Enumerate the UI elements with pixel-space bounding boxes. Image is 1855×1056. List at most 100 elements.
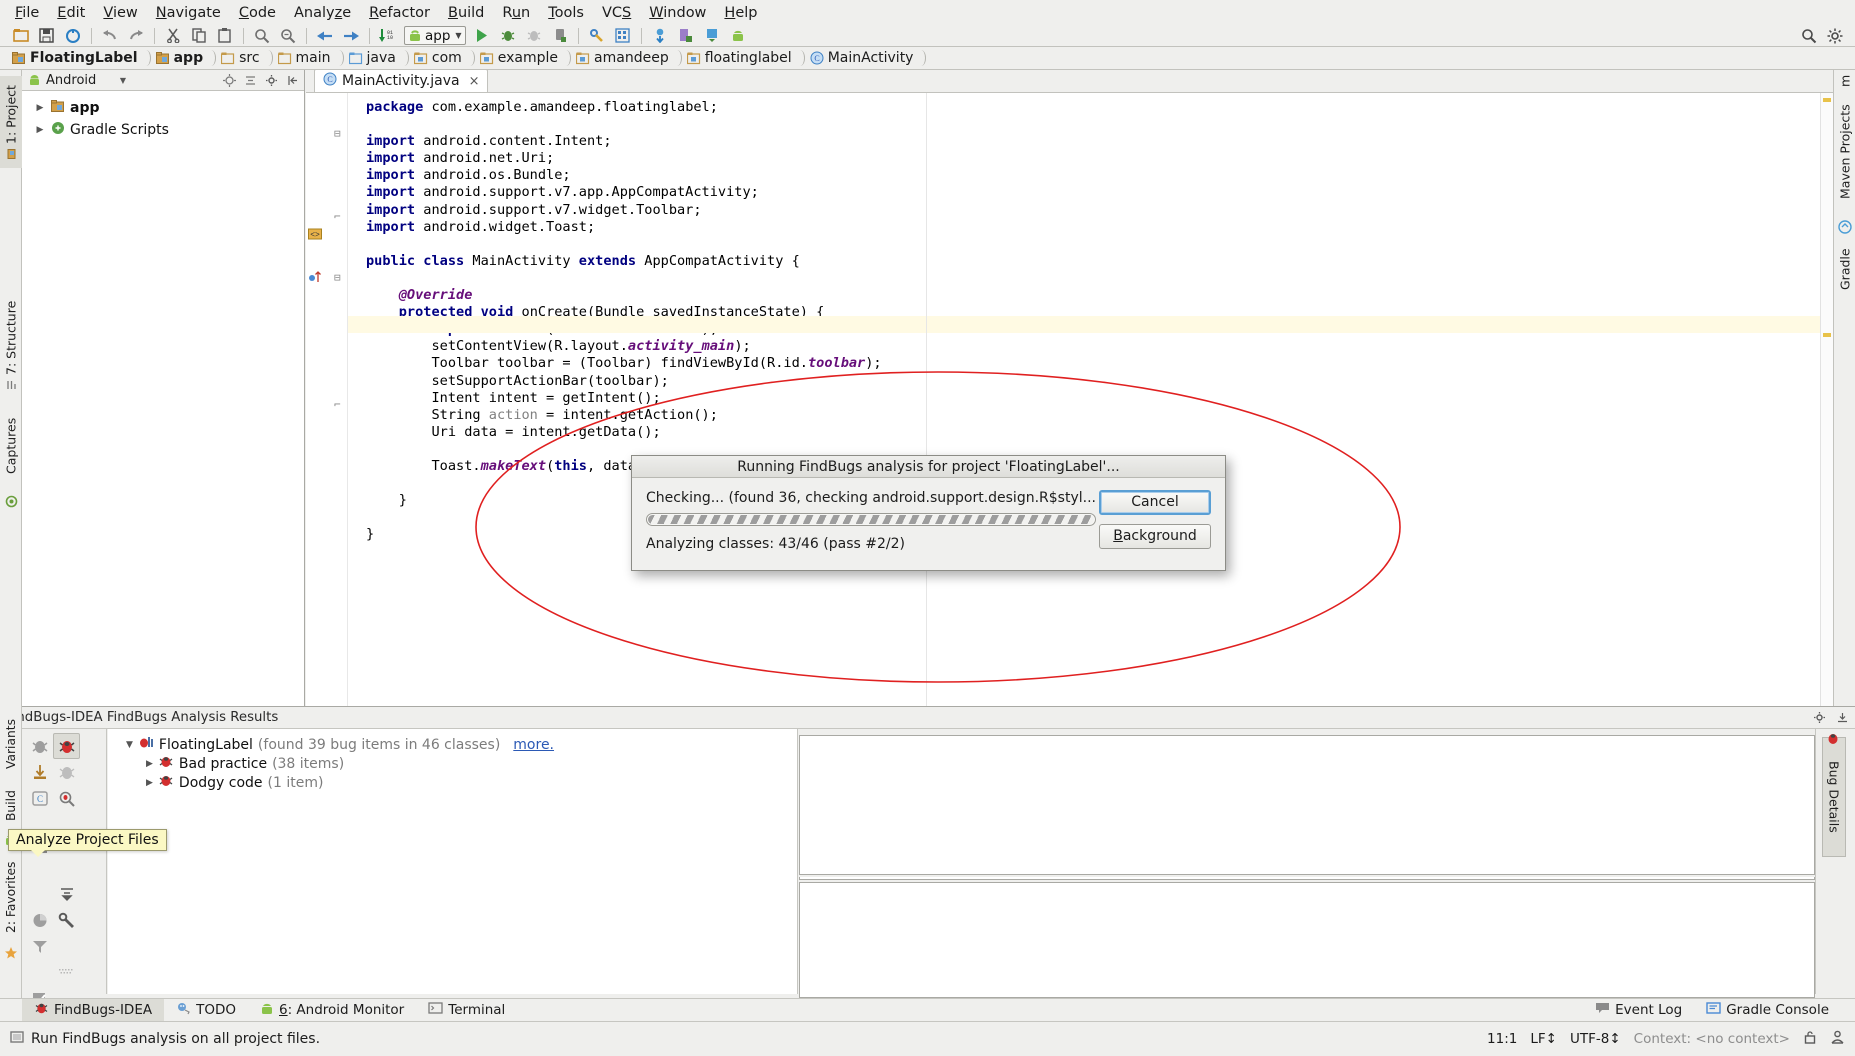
editor-gutter[interactable]: ⊟ ⌐ <> ⊟ ⌐ xyxy=(306,93,348,716)
breadcrumb-item-app[interactable]: app xyxy=(152,47,208,70)
breadcrumb-item-main[interactable]: main xyxy=(274,47,335,70)
project-scope-selector[interactable]: Android ▼ xyxy=(26,72,216,88)
menu-vcs[interactable]: VCS xyxy=(593,2,640,24)
tab-terminal[interactable]: Terminal xyxy=(416,999,517,1022)
breadcrumb-item-java[interactable]: java xyxy=(345,47,400,70)
code-editor[interactable]: package com.example.amandeep.floatinglab… xyxy=(348,93,1833,716)
replace-icon[interactable] xyxy=(276,26,300,46)
bug-red-icon[interactable] xyxy=(53,733,80,759)
menu-window[interactable]: Window xyxy=(640,2,715,24)
context-indicator[interactable]: Context: <no context> xyxy=(1634,1031,1790,1047)
menu-help[interactable]: Help xyxy=(715,2,766,24)
more-link[interactable]: more. xyxy=(513,737,554,753)
fold-marker-oncreate-end[interactable]: ⌐ xyxy=(334,398,341,411)
bug-dim-icon[interactable] xyxy=(53,759,80,785)
menu-tools[interactable]: Tools xyxy=(539,2,593,24)
collapse-all-icon[interactable] xyxy=(53,881,80,907)
background-button[interactable]: Background xyxy=(1099,524,1211,549)
findbugs-results-tree[interactable]: ▼ FloatingLabel (found 39 bug items in 4… xyxy=(108,729,798,994)
chevron-right-icon[interactable]: ▶ xyxy=(34,125,46,135)
tab-gradle-console[interactable]: Gradle Console xyxy=(1694,999,1841,1022)
chevron-right-icon[interactable]: ▶ xyxy=(146,778,153,788)
preferences-icon[interactable] xyxy=(53,907,80,933)
close-icon[interactable]: × xyxy=(469,74,480,89)
sdk-manager-icon[interactable] xyxy=(585,26,609,46)
bug-gray-icon[interactable] xyxy=(26,733,53,759)
search-everywhere-icon[interactable] xyxy=(1797,26,1821,46)
debug-attach-icon[interactable] xyxy=(522,26,546,46)
line-separator[interactable]: LF↕ xyxy=(1530,1031,1557,1047)
bug-detail-pane[interactable] xyxy=(799,882,1815,998)
undo-icon[interactable] xyxy=(98,26,122,46)
device-icon[interactable] xyxy=(548,26,572,46)
breadcrumb-item-amandeep[interactable]: amandeep xyxy=(572,47,673,70)
menu-edit[interactable]: Edit xyxy=(48,2,94,24)
run-icon[interactable] xyxy=(470,26,494,46)
chevron-right-icon[interactable]: ▶ xyxy=(146,759,153,769)
menu-run[interactable]: Run xyxy=(493,2,539,24)
tab-android-monitor[interactable]: 6: Android Monitor xyxy=(248,999,416,1022)
menu-view[interactable]: View xyxy=(94,2,146,24)
breadcrumb-item-mainactivity[interactable]: C MainActivity xyxy=(806,47,918,70)
sidebar-item-maven-projects[interactable]: Maven Projects xyxy=(1834,92,1855,212)
filter-icon[interactable] xyxy=(26,933,53,959)
caret-position[interactable]: 11:1 xyxy=(1487,1031,1517,1047)
pie-chart-icon[interactable] xyxy=(26,907,53,933)
sort-icon[interactable]: 01 10 xyxy=(376,26,400,46)
breadcrumb-item-src[interactable]: src xyxy=(217,47,263,70)
tree-node-app[interactable]: ▶ app xyxy=(22,97,304,119)
chevron-right-icon[interactable]: ▶ xyxy=(34,103,46,113)
findbugs-tree-bad-practice[interactable]: ▶ Bad practice (38 items) xyxy=(108,754,797,773)
project-structure-icon[interactable] xyxy=(674,26,698,46)
sidebar-item-structure[interactable]: 7: Structure xyxy=(0,295,22,395)
forward-icon[interactable] xyxy=(339,26,363,46)
sidebar-item-build[interactable]: Build xyxy=(0,786,22,826)
tab-todo[interactable]: TODO xyxy=(164,999,248,1022)
sidebar-item-favorites[interactable]: 2: Favorites xyxy=(0,852,22,942)
collapse-all-icon[interactable] xyxy=(242,72,258,88)
hide-panel-icon[interactable] xyxy=(1836,711,1849,724)
gradle-sync-icon[interactable] xyxy=(648,26,672,46)
chevron-down-icon[interactable]: ▼ xyxy=(455,31,461,40)
breadcrumb-item-floatinglabel[interactable]: FloatingLabel xyxy=(8,47,142,70)
gear-icon[interactable] xyxy=(1813,711,1826,724)
sdk-icon[interactable] xyxy=(700,26,724,46)
sidebar-item-project[interactable]: 1: Project xyxy=(0,76,22,168)
android-icon[interactable] xyxy=(726,26,750,46)
search-bug-icon[interactable] xyxy=(53,785,80,811)
warning-marker[interactable] xyxy=(1823,98,1831,102)
run-configuration-selector[interactable]: app ▼ xyxy=(404,26,466,45)
file-encoding[interactable]: UTF-8↕ xyxy=(1570,1031,1621,1047)
back-icon[interactable] xyxy=(313,26,337,46)
inspection-icon[interactable] xyxy=(1830,1030,1845,1049)
cancel-button[interactable]: Cancel xyxy=(1099,490,1211,515)
tab-findbugs-idea[interactable]: FindBugs-IDEA xyxy=(22,998,165,1022)
pane-splitter[interactable] xyxy=(799,877,1815,880)
sidebar-item-variants[interactable]: Variants xyxy=(0,714,22,774)
editor-marker-bar[interactable] xyxy=(1820,93,1833,716)
menu-navigate[interactable]: Navigate xyxy=(147,2,230,24)
class-c-icon[interactable]: C xyxy=(26,785,53,811)
chevron-down-icon[interactable]: ▼ xyxy=(120,76,216,85)
import-icon[interactable] xyxy=(26,759,53,785)
warning-marker[interactable] xyxy=(1823,333,1831,337)
locate-icon[interactable] xyxy=(221,72,237,88)
menu-file[interactable]: File xyxy=(6,2,48,24)
tab-bug-details[interactable]: Bug Details xyxy=(1822,737,1846,857)
hide-panel-icon[interactable] xyxy=(284,72,300,88)
breadcrumb-item-com[interactable]: com xyxy=(410,47,466,70)
tree-node-gradle-scripts[interactable]: ▶ Gradle Scripts xyxy=(22,119,304,141)
sync-icon[interactable] xyxy=(61,26,85,46)
gear-icon[interactable] xyxy=(263,72,279,88)
sidebar-item-gradle[interactable]: Gradle xyxy=(1834,238,1855,300)
menu-build[interactable]: Build xyxy=(439,2,493,24)
debug-icon[interactable] xyxy=(496,26,520,46)
paste-icon[interactable] xyxy=(213,26,237,46)
fold-marker-imports[interactable]: ⊟ xyxy=(334,127,341,140)
override-method-gutter-icon[interactable] xyxy=(308,270,324,288)
avd-manager-icon[interactable] xyxy=(611,26,635,46)
bug-description-pane[interactable] xyxy=(799,735,1815,875)
redo-icon[interactable] xyxy=(124,26,148,46)
chevron-down-icon[interactable]: ▼ xyxy=(126,740,133,750)
breadcrumb-item-floatinglabel-pkg[interactable]: floatinglabel xyxy=(683,47,796,70)
